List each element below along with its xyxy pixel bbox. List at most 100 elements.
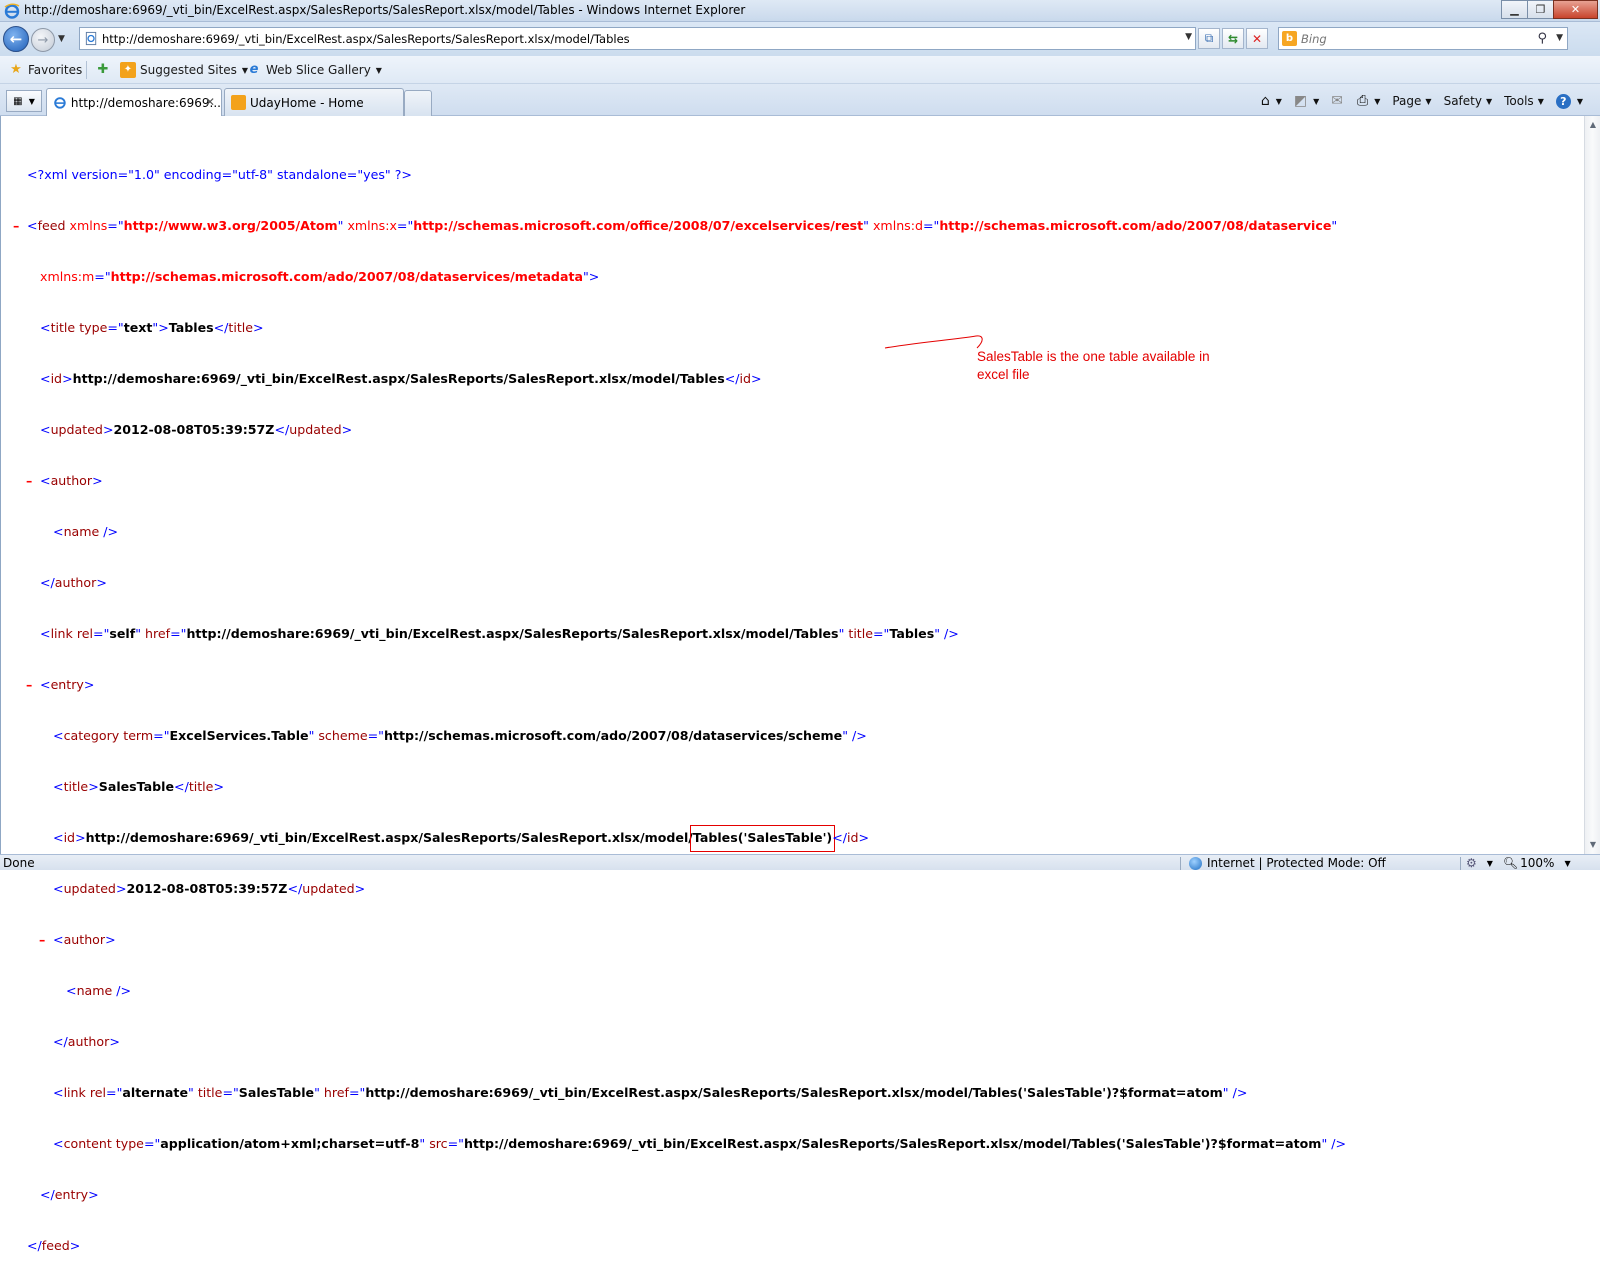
help-button[interactable]: ? ▼ [1553,93,1586,109]
page-content[interactable]: <?xml version="1.0" encoding="utf-8" sta… [0,116,1584,1253]
search-icon[interactable]: ⚲ [1537,31,1547,46]
xml-line: </feed> [27,1238,81,1253]
stop-button[interactable]: ✕ [1246,28,1268,49]
xml-declaration: <?xml version="1.0" encoding="utf-8" sta… [27,167,412,182]
web-slice-icon: e [249,62,259,77]
xml-line: <?xml version="1.0" encoding="utf-8" sta… [13,166,1346,183]
new-tab-button[interactable] [404,90,432,116]
recent-pages-dropdown-icon[interactable]: ▼ [58,34,65,44]
compatibility-view-button[interactable]: ⧉ [1198,28,1220,49]
xml-line: <name /> [53,524,119,539]
feed-title-text: Tables [168,320,214,335]
close-window-button[interactable]: ✕ [1553,0,1598,19]
print-button[interactable]: ⎙ ▼ [1354,93,1383,109]
safety-menu-button[interactable]: Safety ▼ [1441,94,1496,108]
suggested-sites-label: Suggested Sites [140,63,237,77]
internet-zone-globe-icon [1189,856,1202,870]
entry-id-prefix: http://demoshare:6969/_vti_bin/ExcelRest… [85,830,693,845]
chevron-down-icon: ▼ [375,65,382,75]
chevron-down-icon: ▼ [1425,96,1432,106]
web-slice-gallery-button[interactable]: e Web Slice Gallery ▼ [246,62,382,78]
entry-link-rel-value: alternate [122,1085,188,1100]
entry-updated-text: 2012-08-08T05:39:57Z [126,881,288,896]
rss-feed-icon: ◩ [1293,93,1308,109]
xml-line: <updated>2012-08-08T05:39:57Z</updated> [53,881,366,896]
xml-line: – <author> [39,931,116,948]
window-titlebar[interactable]: http://demoshare:6969/_vti_bin/ExcelRest… [0,0,1600,22]
vertical-scrollbar[interactable]: ▲ ▼ [1584,116,1600,854]
tab-label: UdayHome - Home [250,95,364,110]
feed-xmlns-value: http://www.w3.org/2005/Atom [123,218,338,233]
status-text: Done [3,856,35,870]
feed-xmlns-m-value: http://schemas.microsoft.com/ado/2007/08… [110,269,583,284]
address-input[interactable] [102,30,1172,47]
search-input[interactable] [1301,31,1531,47]
security-zone[interactable]: Internet | Protected Mode: Off [1189,856,1386,870]
toolbar-separator [86,61,87,79]
chevron-down-icon: ▼ [1485,96,1493,106]
security-zone-label: Internet | Protected Mode: Off [1207,856,1386,870]
collapse-entry-toggle[interactable]: – [26,676,36,693]
chevron-down-icon[interactable]: ▼ [1564,859,1570,868]
scroll-up-icon[interactable]: ▲ [1585,117,1600,133]
annotation-note: SalesTable is the one table available in… [977,349,1210,382]
add-to-favorites-bar-button[interactable]: ✚ [95,62,115,78]
page-icon [85,31,97,46]
restore-button[interactable]: ❐ [1527,0,1554,19]
link-title-value: Tables [889,626,935,641]
collapse-author-toggle[interactable]: – [26,472,36,489]
popup-blocker-icon[interactable]: ⚙ [1466,856,1477,870]
address-bar[interactable]: ▼ [79,27,1196,50]
suggested-sites-icon: ✦ [120,62,136,78]
xml-line: </entry> [40,1187,99,1202]
chevron-down-icon: ▼ [1374,96,1381,106]
read-mail-button[interactable]: ✉ [1328,93,1348,109]
entry-link-href-value: http://demoshare:6969/_vti_bin/ExcelRest… [365,1085,1223,1100]
xml-line: </author> [53,1034,120,1049]
feed-updated-text: 2012-08-08T05:39:57Z [113,422,275,437]
zoom-control[interactable]: 🔍︎ 100% [1503,856,1555,870]
page-menu-button[interactable]: Page ▼ [1389,94,1434,108]
refresh-icon: ⇆ [1227,31,1239,46]
home-icon: ⌂ [1260,93,1270,109]
xml-line: <id>http://demoshare:6969/_vti_bin/Excel… [13,825,1346,852]
title-type-value: text [123,320,153,335]
navigation-bar: ← → ▼ ▼ ⧉ ⇆ ✕ b ⚲ ▼ [0,22,1600,56]
content-type-value: application/atom+xml;charset=utf-8 [160,1136,420,1151]
sharepoint-site-icon [231,95,246,110]
quick-tabs-grid-icon: ▦ [13,95,23,107]
search-options-dropdown-icon[interactable]: ▼ [1556,33,1563,43]
scroll-down-icon[interactable]: ▼ [1585,837,1600,853]
suggested-sites-button[interactable]: ✦ Suggested Sites ▼ [120,62,248,78]
search-box[interactable]: b ⚲ ▼ [1278,27,1568,50]
internet-explorer-icon [4,3,20,19]
link-rel-value: self [109,626,136,641]
forward-button[interactable]: → [31,28,55,52]
xml-line: – <feed xmlns="http://www.w3.org/2005/Ato… [13,217,1338,234]
close-tab-icon[interactable]: ✕ [205,95,215,109]
tab-udayhome[interactable]: UdayHome - Home [224,88,404,116]
status-separator [1180,857,1181,870]
minimize-button[interactable]: ▁ [1501,0,1528,19]
command-bar: ⌂ ▼ ◩ ▼ ✉ ⎙ ▼ Page ▼ Safety ▼ Tools ▼ ? ▼ [1258,90,1586,112]
collapse-entry-author-toggle[interactable]: – [39,931,49,948]
chevron-down-icon: ▼ [1537,96,1544,106]
feeds-button[interactable]: ◩ ▼ [1291,93,1322,109]
compatibility-icon: ⧉ [1204,31,1214,45]
address-dropdown-icon[interactable]: ▼ [1185,32,1192,42]
xml-line: <category term="ExcelServices.Table" sch… [53,728,867,743]
quick-tabs-button[interactable]: ▦ ▼ [6,90,42,112]
favorites-button[interactable]: ★ Favorites [8,62,82,78]
xml-line: – <entry> [26,676,95,693]
xml-line: </author> [40,575,107,590]
xml-line: <title type="text">Tables</title> [40,320,264,335]
xml-document: <?xml version="1.0" encoding="utf-8" sta… [13,132,1346,1288]
tools-menu-button[interactable]: Tools ▼ [1501,94,1547,108]
tab-demoshare[interactable]: http://demoshare:6969... ✕ [46,88,222,116]
home-button[interactable]: ⌂ ▼ [1258,93,1285,109]
collapse-feed-toggle[interactable]: – [13,217,23,234]
chevron-down-icon[interactable]: ▼ [1487,859,1493,868]
feed-xmlns-x-value: http://schemas.microsoft.com/office/2008… [413,218,864,233]
back-button[interactable]: ← [3,26,29,52]
refresh-button[interactable]: ⇆ [1222,28,1244,49]
